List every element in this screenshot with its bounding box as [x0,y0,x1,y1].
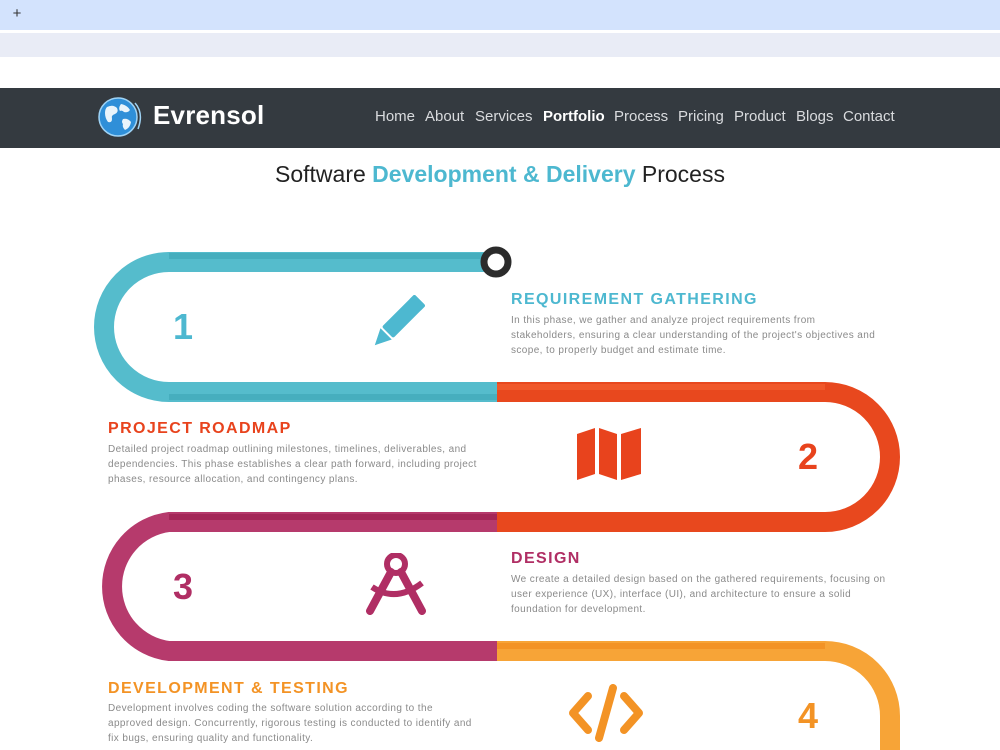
road-segment-1 [94,252,497,402]
step-3-number: 3 [173,566,194,607]
step-1-description: In this phase, we gather and analyze pro… [511,315,876,356]
road-start-marker [480,246,512,278]
process-roadmap [94,246,900,750]
drafting-compass-icon [366,553,426,615]
step-1-title: REQUIREMENT GATHERING [511,291,758,308]
step-2-description: Detailed project roadmap outlining miles… [108,444,477,485]
road-segment-4 [497,641,900,750]
step-2-number: 2 [798,436,819,477]
map-icon [577,428,641,480]
step-1-number: 1 [173,306,194,347]
road-segment-3 [102,512,497,661]
step-3-description: We create a detailed design based on the… [511,574,886,615]
step-4-number: 4 [798,695,819,736]
step-4-description: Development involves coding the software… [108,703,472,744]
step-4-title: DEVELOPMENT & TESTING [108,680,349,697]
step-2-title: PROJECT ROADMAP [108,420,292,437]
pencil-icon [374,295,425,346]
step-3-title: DESIGN [511,550,581,567]
code-icon [569,684,643,742]
road-segment-2 [497,382,900,532]
